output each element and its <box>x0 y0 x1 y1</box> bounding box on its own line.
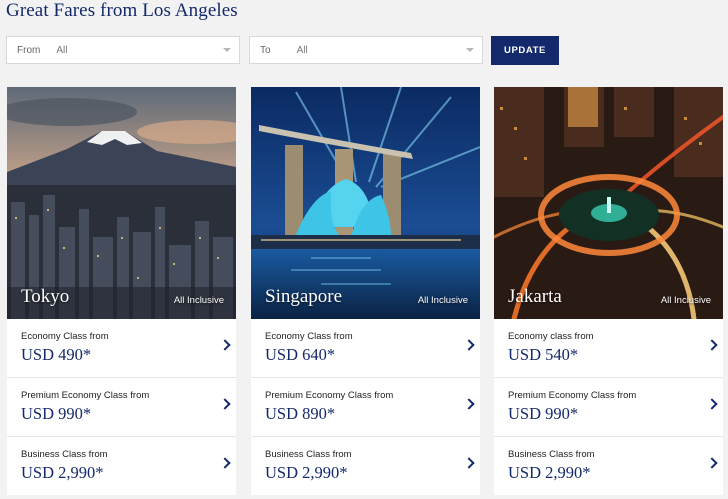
from-select[interactable]: From All <box>6 36 240 64</box>
chevron-right-icon <box>706 457 718 469</box>
page-title: Great Fares from Los Angeles <box>6 0 238 21</box>
fare-row-business[interactable]: Business Class from USD 2,990* <box>7 437 236 495</box>
chevron-right-icon <box>219 339 231 351</box>
fare-class-label: Economy Class from <box>21 331 109 342</box>
fare-price: USD 990* <box>21 404 92 423</box>
from-value: All <box>56 44 68 56</box>
destination-card-jakarta[interactable]: Jakarta All Inclusive Economy class from… <box>494 87 723 499</box>
fare-row-business[interactable]: Business Class from USD 2,990* <box>251 437 480 495</box>
fare-row-premium-economy[interactable]: Premium Economy Class from USD 990* <box>494 378 723 436</box>
chevron-right-icon <box>463 398 475 410</box>
chevron-right-icon <box>219 398 231 410</box>
destination-card-tokyo[interactable]: Tokyo All Inclusive Economy Class from U… <box>7 87 236 499</box>
fare-price: USD 540* <box>508 345 579 364</box>
fare-row-economy[interactable]: Economy Class from USD 640* <box>251 319 480 377</box>
fare-class-label: Premium Economy Class from <box>265 390 394 401</box>
fare-price: USD 640* <box>265 345 336 364</box>
fare-row-economy[interactable]: Economy class from USD 540* <box>494 319 723 377</box>
singapore-photo: Singapore All Inclusive <box>251 87 480 319</box>
fare-filters: From All To All UPDATE <box>6 36 566 66</box>
all-inclusive-badge: All Inclusive <box>417 295 468 306</box>
fare-row-premium-economy[interactable]: Premium Economy Class from USD 990* <box>7 378 236 436</box>
city-name: Jakarta <box>508 286 562 307</box>
fare-class-label: Premium Economy Class from <box>508 390 637 401</box>
to-value: All <box>296 44 308 56</box>
destination-card-singapore[interactable]: Singapore All Inclusive Economy Class fr… <box>251 87 480 499</box>
from-label: From <box>17 44 41 56</box>
city-name: Tokyo <box>21 286 70 307</box>
chevron-right-icon <box>463 457 475 469</box>
update-button[interactable]: UPDATE <box>491 36 559 65</box>
fare-class-label: Business Class from <box>265 449 352 460</box>
fare-price: USD 990* <box>508 404 579 423</box>
fare-class-label: Business Class from <box>21 449 108 460</box>
all-inclusive-badge: All Inclusive <box>660 295 711 306</box>
fare-row-economy[interactable]: Economy Class from USD 490* <box>7 319 236 377</box>
fare-price: USD 2,990* <box>265 463 348 482</box>
fare-class-label: Business Class from <box>508 449 595 460</box>
jakarta-photo: Jakarta All Inclusive <box>494 87 723 319</box>
chevron-right-icon <box>463 339 475 351</box>
fare-class-label: Premium Economy Class from <box>21 390 150 401</box>
chevron-right-icon <box>219 457 231 469</box>
chevron-right-icon <box>706 339 718 351</box>
fare-price: USD 2,990* <box>21 463 104 482</box>
chevron-right-icon <box>706 398 718 410</box>
chevron-down-icon <box>223 48 231 52</box>
all-inclusive-badge: All Inclusive <box>173 295 224 306</box>
fare-row-premium-economy[interactable]: Premium Economy Class from USD 890* <box>251 378 480 436</box>
fare-class-label: Economy Class from <box>265 331 353 342</box>
fare-row-business[interactable]: Business Class from USD 2,990* <box>494 437 723 495</box>
fare-price: USD 490* <box>21 345 92 364</box>
to-label: To <box>260 44 271 56</box>
fare-price: USD 890* <box>265 404 336 423</box>
fare-price: USD 2,990* <box>508 463 591 482</box>
city-name: Singapore <box>265 286 343 307</box>
chevron-down-icon <box>466 48 474 52</box>
fare-class-label: Economy class from <box>508 331 594 342</box>
tokyo-photo: Tokyo All Inclusive <box>7 87 236 319</box>
to-select[interactable]: To All <box>249 36 483 64</box>
